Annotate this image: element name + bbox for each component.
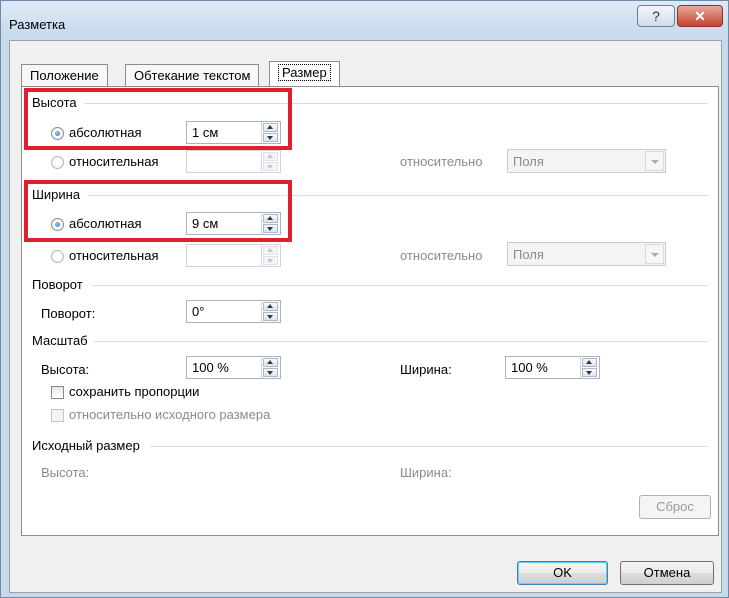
spinner-arrows[interactable] (580, 357, 599, 378)
rotation-spinner[interactable]: 0° (186, 300, 281, 323)
tab-position-label: Положение (30, 68, 99, 83)
width-relative-spinner[interactable] (186, 244, 281, 267)
scale-width-spinner[interactable]: 100 % (505, 356, 600, 379)
spin-up-icon[interactable] (582, 358, 597, 367)
spin-down-icon[interactable] (263, 162, 278, 171)
spinner-arrows[interactable] (261, 245, 280, 266)
rotation-value: 0° (192, 304, 205, 319)
spinner-arrows[interactable] (261, 357, 280, 378)
spin-down-icon[interactable] (263, 256, 278, 265)
spin-up-icon[interactable] (263, 246, 278, 255)
width-relative-to-value: Поля (513, 247, 544, 262)
spin-down-icon[interactable] (582, 368, 597, 377)
chevron-down-icon[interactable] (645, 244, 664, 264)
width-relative-label: относительная (69, 248, 159, 263)
tab-size-label: Размер (278, 64, 331, 81)
lock-aspect-checkbox[interactable] (51, 386, 64, 399)
ok-button[interactable]: OK (517, 561, 608, 585)
spinner-arrows[interactable] (261, 301, 280, 322)
width-relative-radio[interactable] (51, 250, 64, 263)
original-group-title: Исходный размер (32, 438, 140, 453)
cancel-button[interactable]: Отмена (620, 561, 714, 585)
lock-aspect-label: сохранить пропорции (69, 384, 200, 399)
scale-height-value: 100 % (192, 360, 229, 375)
dialog-title: Разметка (9, 17, 66, 32)
scale-width-label: Ширина: (400, 362, 452, 377)
layout-dialog: Разметка ? ✕ Положение Обтекание текстом… (0, 0, 729, 598)
dialog-body: Положение Обтекание текстом Размер Высот… (9, 40, 722, 593)
spin-up-icon[interactable] (263, 152, 278, 161)
height-relative-to-select[interactable]: Поля (507, 149, 666, 173)
width-highlight-frame (24, 180, 292, 242)
spin-down-icon[interactable] (263, 312, 278, 321)
height-highlight-frame (24, 88, 292, 150)
rotation-group-divider (92, 285, 708, 286)
scale-height-label: Высота: (41, 362, 90, 377)
size-panel: Высота абсолютная 1 см относительная отн… (21, 86, 719, 536)
width-relative-to-select[interactable]: Поля (507, 242, 666, 266)
spin-down-icon[interactable] (263, 368, 278, 377)
scale-width-value: 100 % (511, 360, 548, 375)
title-bar[interactable]: Разметка ? ✕ (1, 1, 728, 39)
spin-up-icon[interactable] (263, 358, 278, 367)
relative-original-checkbox[interactable] (51, 409, 64, 422)
close-button[interactable]: ✕ (677, 5, 723, 27)
scale-height-spinner[interactable]: 100 % (186, 356, 281, 379)
spin-up-icon[interactable] (263, 302, 278, 311)
scale-group-divider (94, 341, 708, 342)
height-relative-spinner[interactable] (186, 150, 281, 173)
reset-button[interactable]: Сброс (639, 495, 711, 519)
height-relative-label: относительная (69, 154, 159, 169)
height-relative-radio[interactable] (51, 156, 64, 169)
chevron-down-icon[interactable] (645, 151, 664, 171)
original-height-label: Высота: (41, 465, 90, 480)
close-icon: ✕ (694, 7, 706, 24)
original-width-label: Ширина: (400, 465, 452, 480)
help-button[interactable]: ? (637, 5, 675, 27)
rotation-label: Поворот: (41, 306, 96, 321)
scale-group-title: Масштаб (32, 333, 88, 348)
spinner-arrows[interactable] (261, 151, 280, 172)
height-relative-to-value: Поля (513, 154, 544, 169)
width-relative-to-label: относительно (400, 248, 483, 263)
tab-position[interactable]: Положение (21, 64, 108, 86)
tab-text-wrapping[interactable]: Обтекание текстом (125, 64, 260, 86)
help-icon: ? (652, 8, 660, 24)
relative-original-label: относительно исходного размера (69, 407, 271, 422)
rotation-group-title: Поворот (32, 277, 83, 292)
tab-text-wrapping-label: Обтекание текстом (134, 68, 251, 83)
height-relative-to-label: относительно (400, 154, 483, 169)
tab-size[interactable]: Размер (269, 61, 340, 86)
original-group-divider (150, 446, 708, 447)
